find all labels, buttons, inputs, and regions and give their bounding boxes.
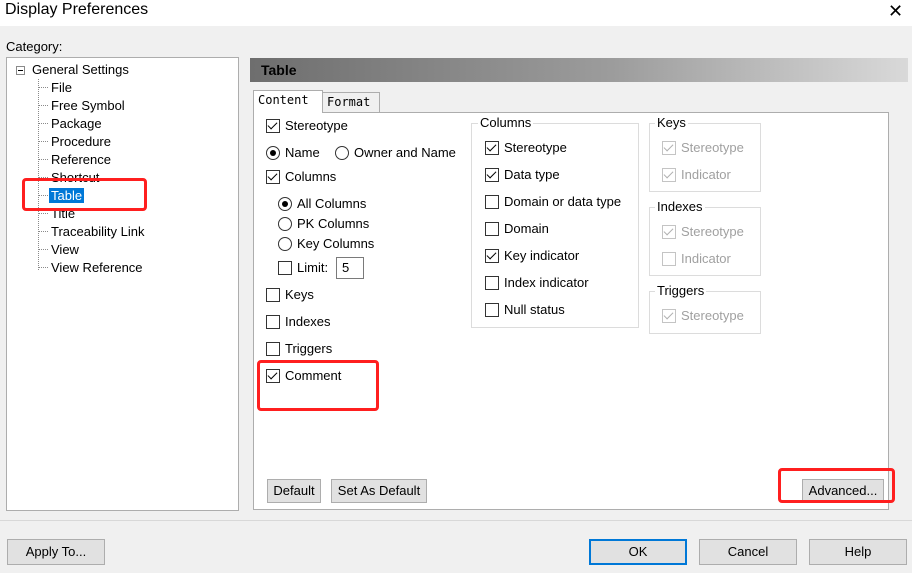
col-data-type-checkbox[interactable] [485, 168, 499, 182]
tree-item-view-reference[interactable]: View Reference [51, 260, 143, 276]
name-radio[interactable] [266, 146, 280, 160]
indexes-indicator-label: Indicator [681, 251, 731, 266]
keys-indicator-label: Indicator [681, 167, 731, 182]
category-label: Category: [6, 39, 63, 54]
owner-and-name-label: Owner and Name [354, 145, 456, 160]
col-domain-checkbox[interactable] [485, 222, 499, 236]
keys-label: Keys [285, 287, 314, 302]
indexes-checkbox[interactable] [266, 315, 280, 329]
stereotype-label: Stereotype [285, 118, 348, 133]
keys-checkbox[interactable] [266, 288, 280, 302]
col-index-indicator-checkbox[interactable] [485, 276, 499, 290]
comment-label: Comment [285, 368, 342, 383]
tree-item-title[interactable]: Title [51, 206, 75, 222]
col-data-type-label: Data type [504, 167, 560, 182]
key-columns-label: Key Columns [297, 236, 375, 251]
category-tree[interactable]: General Settings File Free Symbol Packag… [6, 57, 239, 511]
close-icon[interactable]: ✕ [888, 0, 903, 22]
collapse-icon[interactable] [16, 66, 25, 75]
indexes-stereotype-checkbox[interactable] [662, 225, 676, 239]
tree-item-procedure[interactable]: Procedure [51, 134, 111, 150]
tree-item-package[interactable]: Package [51, 116, 102, 132]
tree-item-shortcut[interactable]: Shortcut [51, 170, 99, 186]
set-as-default-button[interactable]: Set As Default [331, 479, 427, 503]
triggers-stereotype-checkbox[interactable] [662, 309, 676, 323]
col-domain-or-data-type-checkbox[interactable] [485, 195, 499, 209]
tree-item-traceability-link[interactable]: Traceability Link [51, 224, 144, 240]
columns-label: Columns [285, 169, 337, 184]
columns-checkbox[interactable] [266, 170, 280, 184]
default-button[interactable]: Default [267, 479, 321, 503]
all-columns-radio[interactable] [278, 197, 292, 211]
tree-item-table[interactable]: Table [49, 188, 85, 204]
section-header-title: Table [261, 62, 297, 78]
col-index-indicator-label: Index indicator [504, 275, 589, 290]
indexes-stereotype-label: Stereotype [681, 224, 744, 239]
triggers-group-title: Triggers [655, 283, 707, 299]
col-null-status-label: Null status [504, 302, 565, 317]
tab-content[interactable]: Content [253, 90, 323, 113]
pk-columns-radio[interactable] [278, 217, 292, 231]
col-null-status-checkbox[interactable] [485, 303, 499, 317]
col-stereotype-checkbox[interactable] [485, 141, 499, 155]
window-title: Display Preferences [5, 1, 149, 18]
ok-button[interactable]: OK [589, 539, 687, 565]
name-radio-label: Name [285, 145, 320, 160]
section-header [250, 58, 908, 82]
limit-checkbox[interactable] [278, 261, 292, 275]
columns-group-title: Columns [478, 115, 534, 131]
cancel-button[interactable]: Cancel [699, 539, 797, 565]
tree-item-view[interactable]: View [51, 242, 79, 258]
indexes-indicator-checkbox[interactable] [662, 252, 676, 266]
keys-stereotype-checkbox[interactable] [662, 141, 676, 155]
pk-columns-label: PK Columns [297, 216, 370, 231]
col-key-indicator-checkbox[interactable] [485, 249, 499, 263]
help-button[interactable]: Help [809, 539, 907, 565]
apply-to-button[interactable]: Apply To... [7, 539, 105, 565]
indexes-label: Indexes [285, 314, 331, 329]
tree-item-reference[interactable]: Reference [51, 152, 111, 168]
advanced-button[interactable]: Advanced... [802, 479, 884, 503]
triggers-label: Triggers [285, 341, 333, 356]
owner-and-name-radio[interactable] [335, 146, 349, 160]
tree-item-general-settings[interactable]: General Settings [32, 62, 129, 78]
col-domain-label: Domain [504, 221, 549, 236]
tree-item-free-symbol[interactable]: Free Symbol [51, 98, 125, 114]
limit-label: Limit: [297, 260, 329, 275]
key-columns-radio[interactable] [278, 237, 292, 251]
tab-format[interactable]: Format [322, 92, 380, 112]
all-columns-label: All Columns [297, 196, 367, 211]
triggers-stereotype-label: Stereotype [681, 308, 744, 323]
limit-input[interactable]: 5 [336, 257, 364, 279]
triggers-checkbox[interactable] [266, 342, 280, 356]
indexes-group-title: Indexes [655, 199, 705, 215]
separator [0, 520, 912, 521]
tree-item-file[interactable]: File [51, 80, 72, 96]
keys-group-title: Keys [655, 115, 688, 131]
keys-indicator-checkbox[interactable] [662, 168, 676, 182]
stereotype-checkbox[interactable] [266, 119, 280, 133]
col-domain-or-data-type-label: Domain or data type [504, 194, 622, 209]
col-key-indicator-label: Key indicator [504, 248, 580, 263]
keys-stereotype-label: Stereotype [681, 140, 744, 155]
comment-checkbox[interactable] [266, 369, 280, 383]
col-stereotype-label: Stereotype [504, 140, 567, 155]
